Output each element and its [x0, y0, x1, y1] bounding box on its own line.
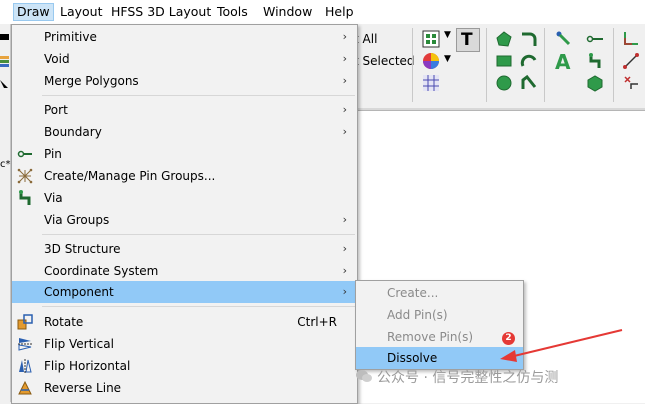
- watermark-text: 公众号 · 信号完整性之仿与测: [377, 370, 559, 386]
- wechat-icon: [356, 370, 372, 382]
- step-badge: 2: [502, 332, 515, 345]
- annotation-arrow: [500, 329, 623, 362]
